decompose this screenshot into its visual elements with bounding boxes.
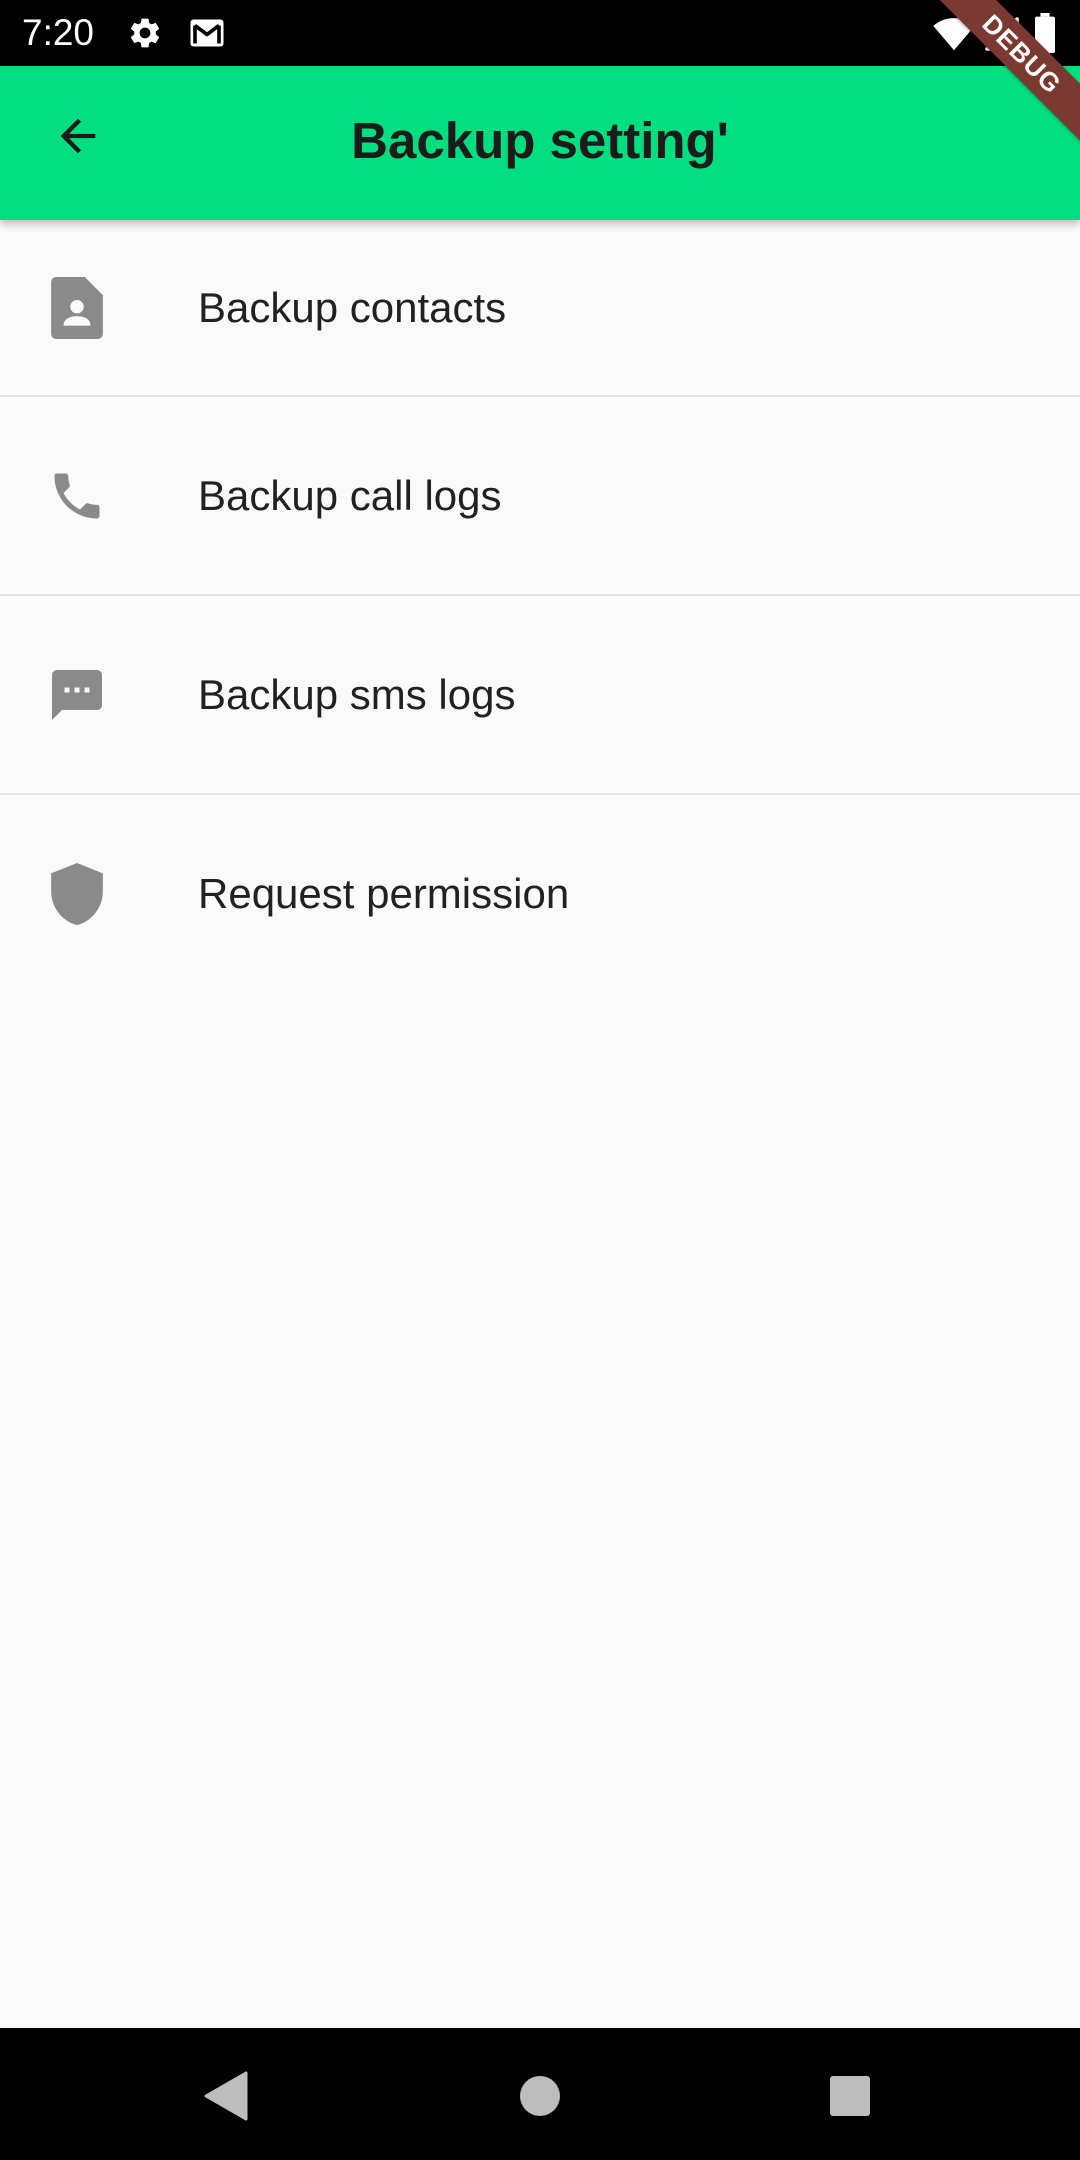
shield-icon xyxy=(44,861,110,927)
phone-icon xyxy=(44,463,110,529)
nav-home-icon xyxy=(520,2076,560,2116)
sms-icon xyxy=(44,662,110,728)
contact-file-icon xyxy=(44,275,110,341)
status-bar: 7:20 DEBUG xyxy=(0,0,1080,161)
list-item-backup-call-logs[interactable]: Backup call logs xyxy=(0,397,1080,596)
status-time: 7:20 xyxy=(22,12,95,53)
settings-icon xyxy=(130,18,160,48)
nav-recents-icon xyxy=(830,2076,870,2116)
list-item-request-permission[interactable]: Request permission xyxy=(0,795,1080,992)
gmail-icon xyxy=(190,19,224,47)
settings-list: Backup contacts Backup call logs Backup … xyxy=(0,220,1080,992)
list-item-label: Backup call logs xyxy=(198,471,502,519)
list-item-label: Backup contacts xyxy=(198,283,507,331)
nav-back-icon xyxy=(204,2071,248,2121)
nav-recents-button[interactable] xyxy=(820,2066,880,2126)
nav-home-button[interactable] xyxy=(510,2066,570,2126)
list-item-backup-sms-logs[interactable]: Backup sms logs xyxy=(0,596,1080,795)
nav-back-button[interactable] xyxy=(196,2066,256,2126)
list-item-label: Request permission xyxy=(198,869,570,917)
list-item-label: Backup sms logs xyxy=(198,670,516,718)
app-bar: Backup setting' xyxy=(0,66,1080,220)
page-title: Backup setting' xyxy=(351,112,729,169)
list-item-backup-contacts[interactable]: Backup contacts xyxy=(0,220,1080,397)
navigation-bar xyxy=(0,2028,1080,2160)
